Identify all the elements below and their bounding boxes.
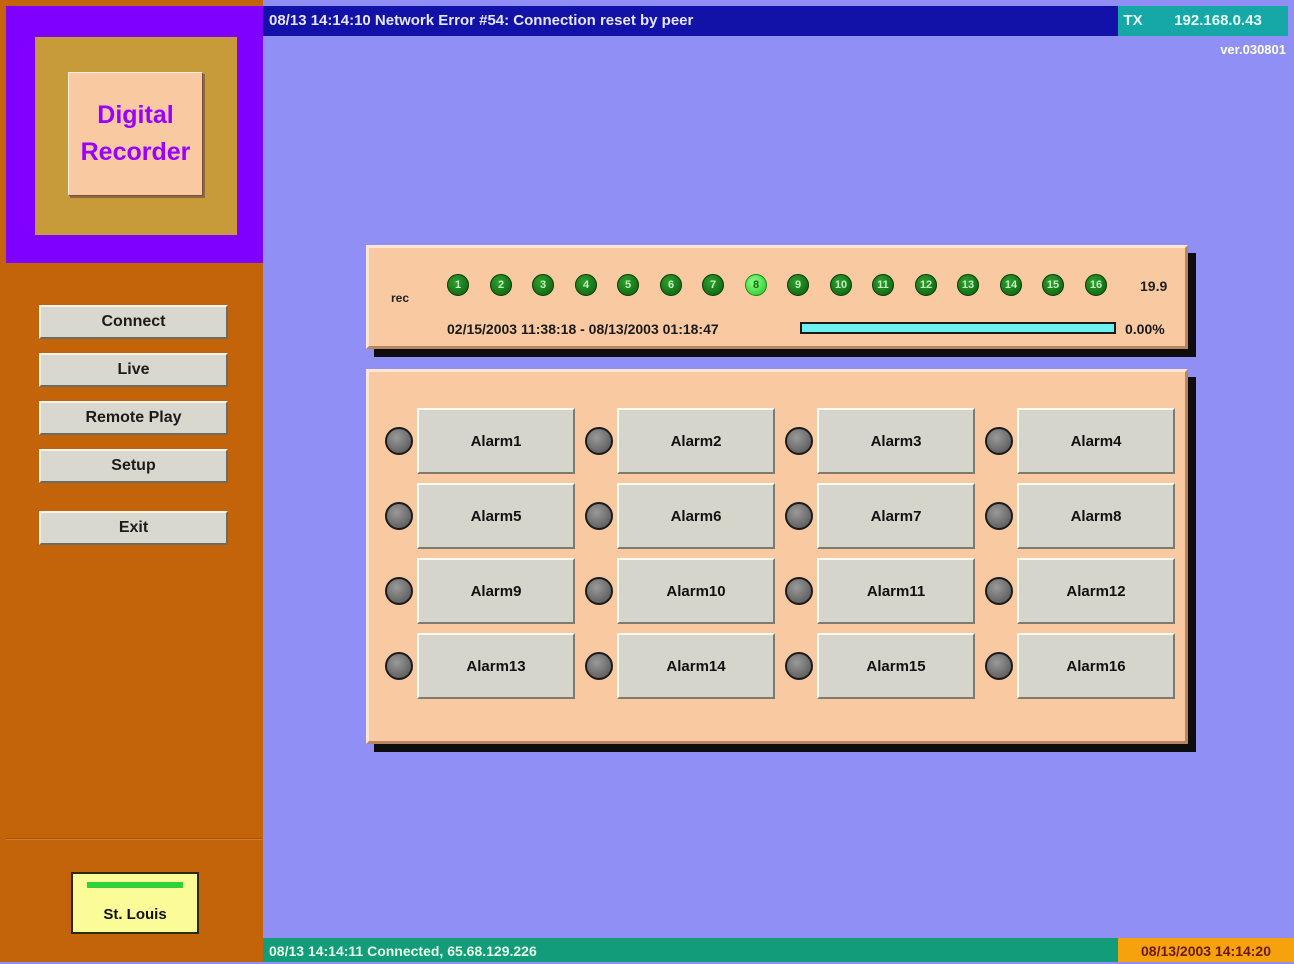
alarm-button-12[interactable]: Alarm12 [1017, 558, 1175, 624]
alarm-button-13[interactable]: Alarm13 [417, 633, 575, 699]
alarm-led-4 [985, 427, 1013, 455]
alarm-button-14[interactable]: Alarm14 [617, 633, 775, 699]
alarm-button-15[interactable]: Alarm15 [817, 633, 975, 699]
remote-play-button[interactable]: Remote Play [39, 401, 228, 435]
channel-indicator-3: 3 [532, 274, 554, 296]
alarm-led-5 [385, 502, 413, 530]
site-status-bar [87, 882, 183, 888]
channel-indicators: 1 2 3 4 5 6 7 8 9 10 11 12 13 14 15 16 [447, 274, 1127, 300]
alarm-button-5[interactable]: Alarm5 [417, 483, 575, 549]
alarm-led-7 [785, 502, 813, 530]
exit-button[interactable]: Exit [39, 511, 228, 545]
app-logo: Digital Recorder [68, 72, 203, 196]
sidebar-divider [6, 838, 263, 840]
channel-indicator-4: 4 [575, 274, 597, 296]
channel-indicator-1: 1 [447, 274, 469, 296]
recording-panel: rec 1 2 3 4 5 6 7 8 9 10 11 12 13 14 15 16 19.9 02/15/2… [366, 245, 1188, 349]
alarm-button-4[interactable]: Alarm4 [1017, 408, 1175, 474]
record-rate: 19.9 [1140, 278, 1168, 294]
channel-indicator-8: 8 [745, 274, 767, 296]
channel-indicator-5: 5 [617, 274, 639, 296]
alarm-button-10[interactable]: Alarm10 [617, 558, 775, 624]
channel-indicator-2: 2 [490, 274, 512, 296]
channel-indicator-11: 11 [872, 274, 894, 296]
ip-address: 192.168.0.43 [1148, 6, 1288, 36]
alarm-button-16[interactable]: Alarm16 [1017, 633, 1175, 699]
tx-indicator: TX [1118, 6, 1148, 36]
recording-range: 02/15/2003 11:38:18 - 08/13/2003 01:18:4… [447, 321, 719, 337]
site-name: St. Louis [103, 906, 167, 923]
live-button[interactable]: Live [39, 353, 228, 387]
alarm-led-10 [585, 577, 613, 605]
version-label: ver.030801 [1220, 42, 1286, 57]
logo-line2: Recorder [80, 138, 191, 166]
connect-button[interactable]: Connect [39, 305, 228, 339]
progress-percent: 0.00% [1125, 321, 1165, 337]
disk-progress-fill [802, 324, 1114, 332]
alarm-led-15 [785, 652, 813, 680]
alarm-button-8[interactable]: Alarm8 [1017, 483, 1175, 549]
channel-indicator-7: 7 [702, 274, 724, 296]
channel-indicator-15: 15 [1042, 274, 1064, 296]
channel-indicator-9: 9 [787, 274, 809, 296]
sidebar: Digital Recorder Connect Live Remote Pla… [0, 0, 263, 962]
status-message-top: 08/13 14:14:10 Network Error #54: Connec… [263, 6, 1118, 36]
logo-line1: Digital [97, 101, 174, 129]
alarm-led-11 [785, 577, 813, 605]
setup-button[interactable]: Setup [39, 449, 228, 483]
site-selector[interactable]: St. Louis [71, 872, 199, 934]
alarm-led-9 [385, 577, 413, 605]
status-message-bottom: 08/13 14:14:11 Connected, 65.68.129.226 [263, 938, 1118, 962]
disk-progress-bar [800, 322, 1116, 334]
alarm-button-11[interactable]: Alarm11 [817, 558, 975, 624]
channel-indicator-6: 6 [660, 274, 682, 296]
alarm-led-12 [985, 577, 1013, 605]
channel-indicator-16: 16 [1085, 274, 1107, 296]
alarm-led-6 [585, 502, 613, 530]
channel-indicator-13: 13 [957, 274, 979, 296]
channel-indicator-10: 10 [830, 274, 852, 296]
alarm-led-1 [385, 427, 413, 455]
alarm-led-3 [785, 427, 813, 455]
channel-indicator-14: 14 [1000, 274, 1022, 296]
alarm-button-7[interactable]: Alarm7 [817, 483, 975, 549]
alarm-led-16 [985, 652, 1013, 680]
rec-label: rec [391, 291, 410, 305]
alarm-panel: Alarm1 Alarm2 Alarm3 Alarm4 Alarm5 Alarm6 Alar… [366, 369, 1188, 744]
channel-indicator-12: 12 [915, 274, 937, 296]
alarm-led-14 [585, 652, 613, 680]
alarm-led-8 [985, 502, 1013, 530]
alarm-button-3[interactable]: Alarm3 [817, 408, 975, 474]
clock: 08/13/2003 14:14:20 [1118, 938, 1294, 962]
alarm-button-1[interactable]: Alarm1 [417, 408, 575, 474]
alarm-led-2 [585, 427, 613, 455]
alarm-button-2[interactable]: Alarm2 [617, 408, 775, 474]
alarm-button-9[interactable]: Alarm9 [417, 558, 575, 624]
alarm-button-6[interactable]: Alarm6 [617, 483, 775, 549]
alarm-led-13 [385, 652, 413, 680]
